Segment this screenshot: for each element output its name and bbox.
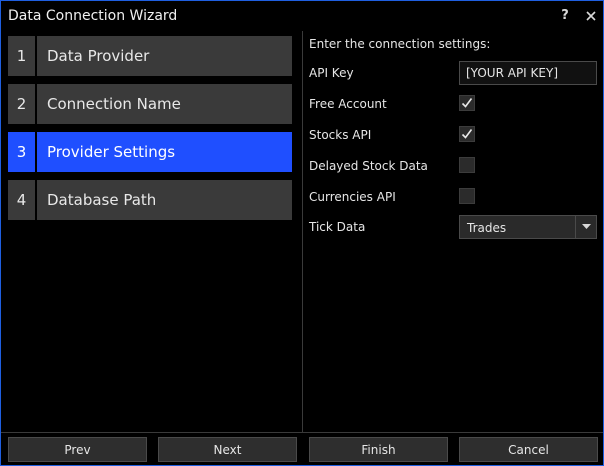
finish-button[interactable]: Finish: [309, 437, 448, 462]
tick-data-label: Tick Data: [309, 220, 366, 234]
api-key-row: API Key: [309, 61, 599, 85]
cancel-button[interactable]: Cancel: [459, 437, 598, 462]
tick-data-dropdown[interactable]: Trades: [459, 215, 597, 239]
currencies-api-label: Currencies API: [309, 190, 396, 204]
currencies-api-checkbox[interactable]: [459, 188, 475, 204]
step-connection-name[interactable]: 2 Connection Name: [8, 84, 292, 124]
step-label: Provider Settings: [37, 132, 292, 172]
stocks-api-label: Stocks API: [309, 128, 372, 142]
tick-data-value: Trades: [467, 221, 507, 235]
checkmark-icon: [461, 129, 473, 139]
next-button[interactable]: Next: [158, 437, 297, 462]
step-number: 2: [8, 84, 35, 124]
checkmark-icon: [461, 98, 473, 108]
vertical-divider: [302, 31, 303, 432]
free-account-row: Free Account: [309, 92, 599, 116]
tick-data-row: Tick Data Trades: [309, 215, 599, 239]
step-label: Data Provider: [37, 36, 292, 76]
wizard-steps: 1 Data Provider 2 Connection Name 3 Prov…: [8, 36, 292, 228]
step-number: 4: [8, 180, 35, 220]
step-database-path[interactable]: 4 Database Path: [8, 180, 292, 220]
step-number: 1: [8, 36, 35, 76]
dropdown-arrow-button[interactable]: [575, 216, 596, 238]
settings-heading: Enter the connection settings:: [309, 37, 491, 51]
api-key-input[interactable]: [459, 61, 597, 85]
step-number: 3: [8, 132, 35, 172]
delayed-stock-data-label: Delayed Stock Data: [309, 159, 428, 173]
currencies-api-row: Currencies API: [309, 185, 599, 209]
title-bar: Data Connection Wizard ?: [1, 1, 603, 31]
settings-panel: Enter the connection settings: API Key F…: [309, 37, 599, 239]
close-button[interactable]: [583, 7, 599, 25]
prev-button[interactable]: Prev: [8, 437, 147, 462]
stocks-api-checkbox[interactable]: [459, 126, 475, 142]
chevron-down-icon: [581, 224, 591, 229]
step-label: Connection Name: [37, 84, 292, 124]
step-data-provider[interactable]: 1 Data Provider: [8, 36, 292, 76]
help-button[interactable]: ?: [557, 7, 573, 25]
footer-buttons: Prev Next Finish Cancel: [1, 437, 603, 463]
step-label: Database Path: [37, 180, 292, 220]
footer-divider: [1, 432, 603, 433]
close-icon: [586, 11, 596, 21]
delayed-stock-data-row: Delayed Stock Data: [309, 154, 599, 178]
delayed-stock-data-checkbox[interactable]: [459, 157, 475, 173]
window-title: Data Connection Wizard: [8, 8, 178, 24]
wizard-window: Data Connection Wizard ? 1 Data Provider…: [0, 0, 604, 466]
step-provider-settings[interactable]: 3 Provider Settings: [8, 132, 292, 172]
stocks-api-row: Stocks API: [309, 123, 599, 147]
free-account-checkbox[interactable]: [459, 95, 475, 111]
api-key-label: API Key: [309, 66, 354, 80]
free-account-label: Free Account: [309, 97, 387, 111]
